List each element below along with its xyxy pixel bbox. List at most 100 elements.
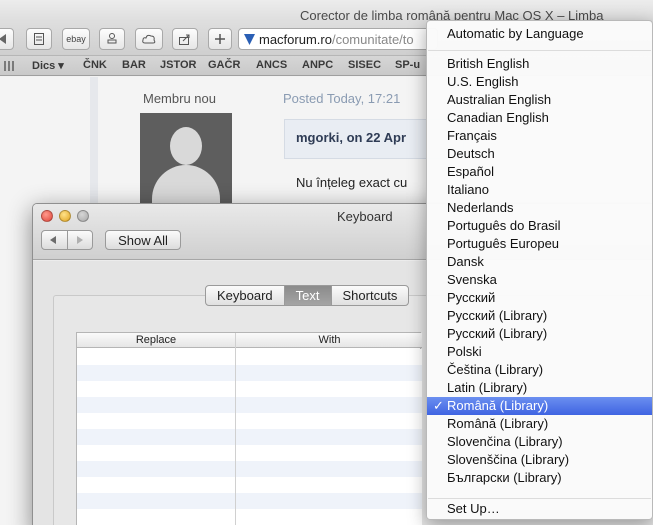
table-rows[interactable] [77, 349, 422, 525]
menu-item-automatic-by-language[interactable]: Automatic by Language [427, 25, 652, 43]
menu-item-language[interactable]: Latin (Library) [427, 379, 652, 397]
menu-item-language[interactable]: Australian English [427, 91, 652, 109]
forward-arrow-icon[interactable] [77, 236, 83, 244]
zoom-window-icon[interactable] [77, 210, 89, 222]
spelling-language-menu: Automatic by Language British English U.S… [426, 20, 653, 520]
menu-item-language[interactable]: Русский (Library) [427, 307, 652, 325]
member-rank-label: Membru nou [143, 91, 216, 106]
menu-separator [428, 498, 651, 499]
menu-item-language[interactable]: Slovenčina (Library) [427, 433, 652, 451]
avatar-silhouette-body [152, 165, 220, 205]
tab-keyboard[interactable]: Keyboard [206, 286, 285, 305]
menu-item-language[interactable]: Slovenščina (Library) [427, 451, 652, 469]
menu-item-label: Svenska [447, 272, 497, 287]
menu-item-language[interactable]: Nederlands [427, 199, 652, 217]
minimize-window-icon[interactable] [59, 210, 71, 222]
menu-item-label: Australian English [447, 92, 552, 107]
bookmark-ancs[interactable]: ANCS [256, 59, 287, 71]
menu-item-language[interactable]: Dansk [427, 253, 652, 271]
back-arrow-icon[interactable] [50, 236, 56, 244]
menu-item-language[interactable]: Português Europeu [427, 235, 652, 253]
menu-item-label: Русский (Library) [447, 326, 548, 341]
menu-item-language[interactable]: British English [427, 55, 652, 73]
menu-item-label: Português do Brasil [447, 218, 561, 233]
menu-item-language[interactable]: Français [427, 127, 652, 145]
column-separator [235, 333, 236, 525]
stamp-icon[interactable] [99, 28, 125, 50]
post-body-text: Nu înțeleg exact cu [296, 175, 408, 190]
bookmark-dics[interactable]: Dics ▾ [32, 59, 64, 72]
menu-item-language[interactable]: Canadian English [427, 109, 652, 127]
menu-item-language[interactable]: Čeština (Library) [427, 361, 652, 379]
url-domain: macforum.ro [259, 32, 332, 47]
cloud-icon[interactable] [135, 28, 163, 50]
tab-bar: Keyboard Text Shortcuts [205, 285, 410, 306]
menu-item-language[interactable]: Svenska [427, 271, 652, 289]
address-bar[interactable]: macforum.ro/comunitate/to [238, 28, 438, 50]
tab-shortcuts[interactable]: Shortcuts [332, 286, 409, 305]
bookmark-cnk[interactable]: ČNK [83, 59, 107, 71]
new-tab-plus-icon[interactable] [208, 28, 232, 50]
menu-item-label: U.S. English [447, 74, 519, 89]
bookmark-gacr[interactable]: GAČR [208, 59, 240, 71]
menu-item-label: Română (Library) [447, 398, 549, 413]
menu-item-label: Русский (Library) [447, 308, 548, 323]
keyboard-window-title: Keyboard [337, 209, 393, 224]
top-sites-grid-icon[interactable] [4, 61, 16, 71]
bookmark-sisec[interactable]: SISEC [348, 59, 381, 71]
menu-item-language[interactable]: ✓ Română (Library) [427, 397, 652, 415]
column-header-with[interactable]: With [237, 334, 422, 346]
menu-item-set-up[interactable]: Set Up… [427, 500, 652, 518]
menu-item-label: Русский [447, 290, 496, 305]
menu-item-label: Slovenščina (Library) [447, 452, 570, 467]
menu-item-label: Čeština (Library) [447, 362, 544, 377]
url-path: /comunitate/to [331, 32, 414, 47]
bookmark-bar[interactable]: BAR [122, 59, 146, 71]
menu-item-label: British English [447, 56, 530, 71]
close-window-icon[interactable] [41, 210, 53, 222]
bookmark-jstor[interactable]: JSTOR [160, 59, 196, 71]
menu-item-label: Deutsch [447, 146, 495, 161]
table-header: Replace With [77, 333, 422, 348]
menu-item-language[interactable]: Română (Library) [427, 415, 652, 433]
reader-icon[interactable] [26, 28, 52, 50]
menu-item-label: Italiano [447, 182, 489, 197]
back-icon[interactable] [0, 28, 14, 50]
menu-item-language[interactable]: Русский (Library) [427, 325, 652, 343]
menu-separator [428, 50, 651, 51]
menu-item-label: Nederlands [447, 200, 514, 215]
share-icon[interactable] [172, 28, 198, 50]
menu-item-label: Português Europeu [447, 236, 560, 251]
site-favicon-icon [244, 34, 255, 45]
url-text: macforum.ro/comunitate/to [259, 32, 414, 47]
quote-author: mgorki, on 22 Apr [296, 130, 407, 145]
post-timestamp: Posted Today, 17:21 [283, 91, 401, 106]
show-all-button[interactable]: Show All [105, 230, 181, 250]
tab-text[interactable]: Text [284, 286, 332, 305]
menu-item-label: Română (Library) [447, 416, 549, 431]
menu-item-label: Español [447, 164, 494, 179]
menu-item-label: Français [447, 128, 497, 143]
menu-item-label: Canadian English [447, 110, 549, 125]
menu-item-language[interactable]: Deutsch [427, 145, 652, 163]
menu-item-language[interactable]: Български (Library) [427, 469, 652, 487]
menu-item-language[interactable]: Português do Brasil [427, 217, 652, 235]
menu-item-label: Dansk [447, 254, 484, 269]
menu-item-language[interactable]: Español [427, 163, 652, 181]
menu-item-label: Polski [447, 344, 482, 359]
column-header-replace[interactable]: Replace [77, 334, 235, 346]
menu-item-label: Slovenčina (Library) [447, 434, 563, 449]
nav-divider [67, 231, 68, 249]
menu-item-language[interactable]: Русский [427, 289, 652, 307]
ebay-bookmark-button[interactable]: ebay [62, 28, 90, 50]
history-nav-group [41, 230, 93, 250]
menu-item-language[interactable]: Polski [427, 343, 652, 361]
menu-item-label: Latin (Library) [447, 380, 528, 395]
menu-item-language[interactable]: U.S. English [427, 73, 652, 91]
avatar-silhouette-head [170, 127, 202, 165]
avatar [140, 113, 232, 205]
text-replacement-table[interactable]: Replace With [76, 332, 422, 525]
bookmark-sp[interactable]: SP-u [395, 59, 420, 71]
menu-item-language[interactable]: Italiano [427, 181, 652, 199]
bookmark-anpc[interactable]: ANPC [302, 59, 333, 71]
